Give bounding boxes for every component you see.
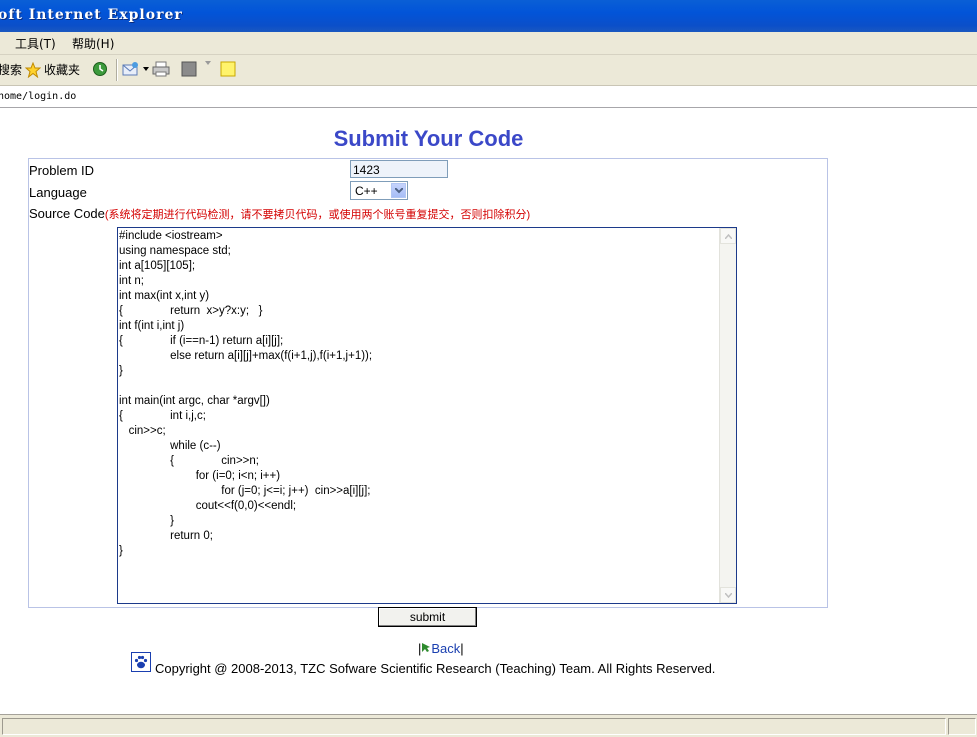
window-titlebar: oft Internet Explorer xyxy=(0,0,977,33)
paw-logo-icon xyxy=(131,652,151,672)
note-button[interactable] xyxy=(220,61,236,77)
scroll-up-button[interactable] xyxy=(720,228,736,244)
favorites-button-label: 收藏夹 xyxy=(44,63,81,77)
source-code-notice: (系统将定期进行代码检测，请不要拷贝代码，或使用两个账号重复提交，否则扣除积分) xyxy=(104,209,531,221)
favorites-button[interactable]: 收藏夹 xyxy=(25,61,80,78)
star-icon xyxy=(25,61,41,78)
status-zone-pane xyxy=(948,718,976,735)
status-bar xyxy=(0,714,977,737)
problem-id-input[interactable]: 1423 xyxy=(350,160,448,178)
source-code-text: #include <iostream> using namespace std;… xyxy=(119,230,373,557)
status-pane xyxy=(2,718,946,735)
menu-help[interactable]: 帮助(H) xyxy=(72,35,114,52)
source-code-label-text: Source Code xyxy=(29,206,105,221)
edit-button[interactable] xyxy=(181,61,197,77)
search-button-label: 搜索 xyxy=(0,63,23,77)
textarea-scrollbar[interactable] xyxy=(719,228,736,603)
back-nav: | Back| xyxy=(418,641,464,656)
address-url: home/login.do xyxy=(0,91,77,102)
mail-icon xyxy=(122,62,138,76)
chevron-down-icon xyxy=(395,188,403,194)
submit-button[interactable]: submit xyxy=(378,607,477,627)
edit-icon xyxy=(181,61,197,77)
back-link[interactable]: Back xyxy=(431,641,460,656)
toolbar-separator xyxy=(116,59,118,81)
note-icon xyxy=(220,61,236,77)
language-select[interactable]: C++ xyxy=(350,181,408,200)
menu-bar: 工具(T) 帮助(H) xyxy=(0,32,977,55)
language-label: Language xyxy=(29,185,87,200)
chevron-down-icon xyxy=(205,61,211,65)
source-code-label: Source Code(系统将定期进行代码检测，请不要拷贝代码，或使用两个账号重… xyxy=(29,206,530,222)
select-arrow-button[interactable] xyxy=(391,183,406,198)
mail-button[interactable] xyxy=(122,61,149,77)
scroll-down-button[interactable] xyxy=(720,587,736,603)
problem-id-label: Problem ID xyxy=(29,163,95,178)
history-button[interactable] xyxy=(92,61,108,77)
back-suffix: | xyxy=(460,641,464,656)
chevron-up-icon xyxy=(725,234,732,239)
printer-icon xyxy=(152,61,170,77)
chevron-down-icon xyxy=(725,593,732,598)
footer: Copyright @ 2008-2013, TZC Sofware Scien… xyxy=(131,652,716,676)
search-button[interactable]: 搜索 xyxy=(0,61,22,78)
print-button[interactable] xyxy=(152,61,170,77)
address-bar[interactable]: home/login.do xyxy=(0,86,977,108)
history-icon xyxy=(93,62,107,76)
window-title: oft Internet Explorer xyxy=(0,7,183,23)
chevron-down-icon xyxy=(143,67,149,71)
source-code-textarea[interactable]: #include <iostream> using namespace std;… xyxy=(117,227,737,604)
back-arrow-icon xyxy=(422,643,431,652)
menu-tools[interactable]: 工具(T) xyxy=(15,35,56,52)
dropdown-arrow[interactable] xyxy=(205,61,211,65)
language-selected-value: C++ xyxy=(355,184,378,198)
page-title: Submit Your Code xyxy=(333,126,524,151)
copyright-text: Copyright @ 2008-2013, TZC Sofware Scien… xyxy=(155,661,716,676)
browser-toolbar: 搜索 收藏夹 xyxy=(0,55,977,86)
